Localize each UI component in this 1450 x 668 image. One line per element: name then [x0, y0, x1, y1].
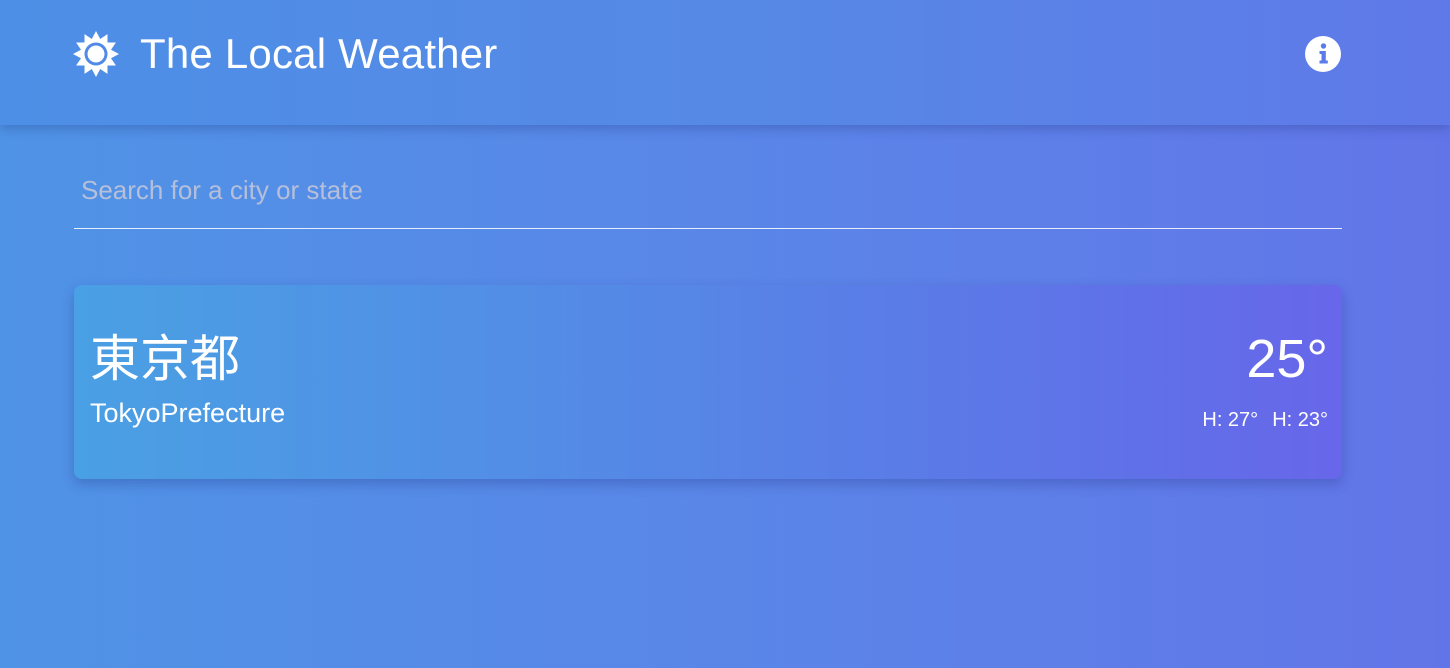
search-field	[74, 160, 1342, 229]
city-name: TokyoPrefecture	[90, 398, 286, 428]
info-icon[interactable]	[1305, 36, 1341, 72]
current-temperature: 25°	[1246, 329, 1328, 389]
sun-icon	[73, 31, 119, 77]
app-header: The Local Weather	[0, 0, 1450, 125]
search-input[interactable]	[74, 160, 1342, 220]
weather-card[interactable]: 東京都 TokyoPrefecture 25° H: 27° H: 23°	[74, 285, 1342, 479]
city-native-name: 東京都	[90, 330, 240, 388]
low-temperature: H: 23°	[1272, 409, 1328, 431]
app-title: The Local Weather	[140, 30, 498, 77]
high-temperature: H: 27°	[1202, 409, 1259, 431]
temperature-range: H: 27° H: 23°	[1202, 408, 1328, 432]
